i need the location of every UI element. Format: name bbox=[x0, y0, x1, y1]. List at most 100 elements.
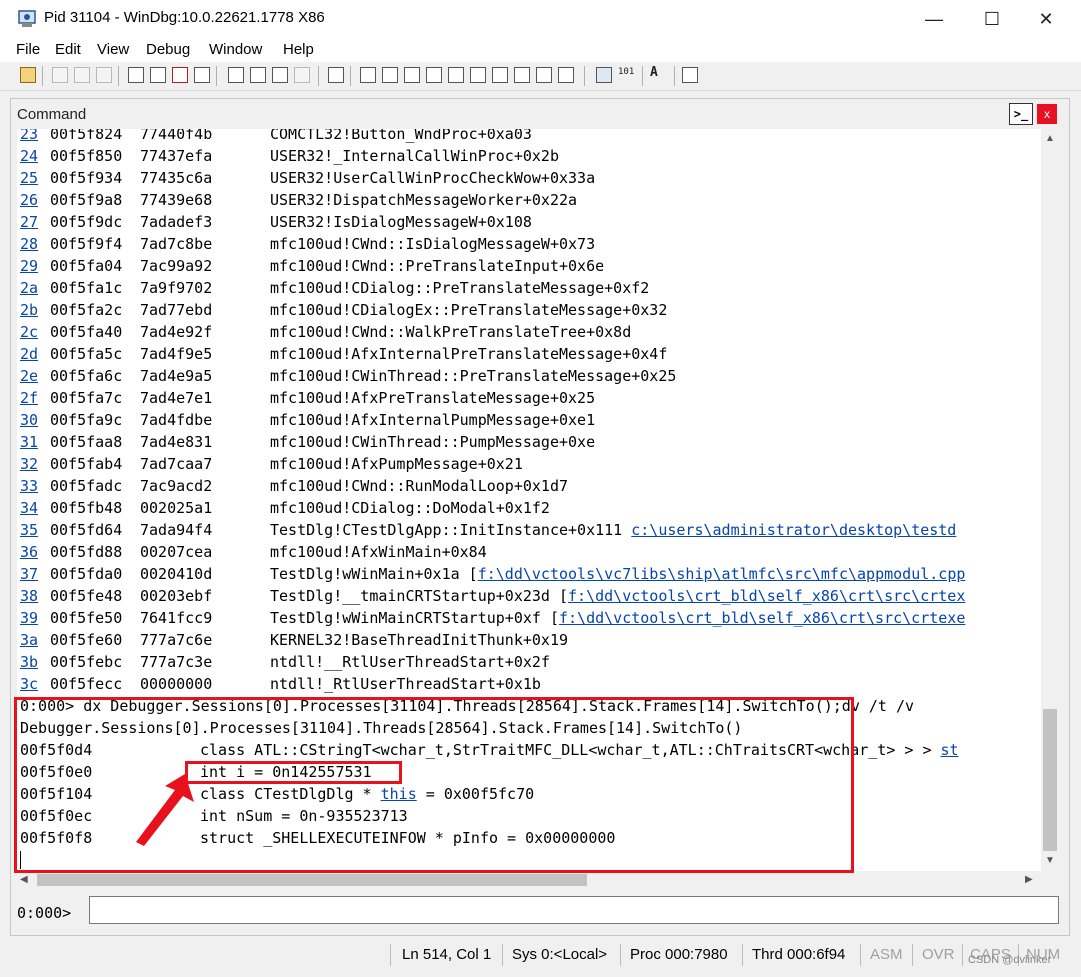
frame-number-link[interactable]: 2e bbox=[20, 365, 38, 387]
child-sp: 00f5f850 bbox=[50, 147, 123, 165]
frame-number-link[interactable]: 2a bbox=[20, 277, 38, 299]
windbg-app-icon bbox=[18, 10, 36, 27]
frame-number-link[interactable]: 3a bbox=[20, 629, 38, 651]
maximize-button[interactable]: ☐ bbox=[963, 0, 1021, 38]
source-mode-on-icon[interactable] bbox=[596, 67, 612, 83]
status-ovr: OVR bbox=[922, 946, 955, 963]
menu-window[interactable]: Window bbox=[209, 41, 262, 58]
call-site-text: USER32!DispatchMessageWorker+0x22a bbox=[270, 191, 578, 209]
frame-number-link[interactable]: 2f bbox=[20, 387, 38, 409]
toolbar-separator bbox=[42, 66, 43, 86]
step-over-icon[interactable] bbox=[250, 67, 266, 83]
frame-number-link[interactable]: 33 bbox=[20, 475, 38, 497]
close-button[interactable]: ✕ bbox=[1017, 0, 1075, 38]
hex-display-icon[interactable]: 101 bbox=[618, 68, 634, 77]
frame-number-link[interactable]: 30 bbox=[20, 409, 38, 431]
scroll-up-icon[interactable]: ▲ bbox=[1045, 133, 1055, 144]
source-file-link[interactable]: f:\dd\vctools\crt_bld\self_x86\crt\src\c… bbox=[559, 609, 965, 627]
hand-icon[interactable] bbox=[328, 67, 344, 83]
frame-number-link[interactable]: 38 bbox=[20, 585, 38, 607]
call-site: USER32!UserCallWinProcCheckWow+0x33a bbox=[270, 167, 595, 189]
child-sp: 00f5fe50 bbox=[50, 609, 123, 627]
frame-number-link[interactable]: 3b bbox=[20, 651, 38, 673]
frame-number-link[interactable]: 23 bbox=[20, 129, 38, 145]
locals-window-icon[interactable] bbox=[404, 67, 420, 83]
registers-window-icon[interactable] bbox=[426, 67, 442, 83]
source-mode-icon[interactable] bbox=[558, 67, 574, 83]
step-into-icon[interactable] bbox=[228, 67, 244, 83]
vertical-scrollbar[interactable]: ▲ ▼ bbox=[1041, 129, 1059, 871]
restart-icon[interactable] bbox=[150, 67, 166, 83]
copy-icon[interactable] bbox=[74, 67, 90, 83]
frame-number-link[interactable]: 3c bbox=[20, 673, 38, 695]
frame-number-link[interactable]: 32 bbox=[20, 453, 38, 475]
local-link[interactable]: this bbox=[381, 785, 417, 803]
menu-view[interactable]: View bbox=[97, 41, 129, 58]
cut-icon[interactable] bbox=[52, 67, 68, 83]
command-close-button[interactable]: x bbox=[1037, 104, 1057, 124]
toolbar: 101 A bbox=[0, 62, 1081, 91]
frame-number-link[interactable]: 27 bbox=[20, 211, 38, 233]
frame-number-link[interactable]: 2c bbox=[20, 321, 38, 343]
open-icon[interactable] bbox=[20, 67, 36, 83]
menu-help[interactable]: Help bbox=[283, 41, 314, 58]
local-link[interactable]: st bbox=[941, 741, 959, 759]
call-stack-window-icon[interactable] bbox=[470, 67, 486, 83]
menu-file[interactable]: File bbox=[16, 41, 40, 58]
frame-number-link[interactable]: 34 bbox=[20, 497, 38, 519]
memory-window-icon[interactable] bbox=[448, 67, 464, 83]
go-icon[interactable] bbox=[128, 67, 144, 83]
frame-number-link[interactable]: 31 bbox=[20, 431, 38, 453]
processes-threads-icon[interactable] bbox=[536, 67, 552, 83]
scroll-down-icon[interactable]: ▼ bbox=[1045, 855, 1055, 866]
source-file-link[interactable]: f:\dd\vctools\crt_bld\self_x86\crt\src\c… bbox=[568, 587, 965, 605]
scroll-left-icon[interactable]: ◀ bbox=[20, 874, 28, 885]
call-site-text: mfc100ud!CWinThread::PreTranslateMessage… bbox=[270, 367, 677, 385]
minimize-button[interactable]: — bbox=[905, 0, 963, 38]
command-prompt-icon[interactable]: >_ bbox=[1009, 103, 1033, 125]
watermark: CSDN @dvlinker bbox=[968, 954, 1052, 966]
call-site-text: USER32!_InternalCallWinProc+0x2b bbox=[270, 147, 559, 165]
frame-number-link[interactable]: 25 bbox=[20, 167, 38, 189]
frame-number-link[interactable]: 29 bbox=[20, 255, 38, 277]
options-icon[interactable] bbox=[682, 67, 698, 83]
call-site-text: USER32!UserCallWinProcCheckWow+0x33a bbox=[270, 169, 596, 187]
horizontal-scroll-thumb[interactable] bbox=[37, 874, 587, 886]
horizontal-scrollbar[interactable]: ◀ ▶ bbox=[17, 871, 1041, 889]
command-output[interactable]: 23 00f5f824 77440f4b COMCTL32!Button_WndPro… bbox=[17, 129, 1041, 871]
source-file-link[interactable]: f:\dd\vctools\vc7libs\ship\atlmfc\src\mf… bbox=[478, 565, 966, 583]
stack-frame-row: 2c 00f5fa40 7ad4e92f mfc100ud!CWnd::WalkPre… bbox=[20, 321, 1040, 343]
command-window-title: Command bbox=[17, 106, 87, 123]
frame-number-link[interactable]: 39 bbox=[20, 607, 38, 629]
scroll-right-icon[interactable]: ▶ bbox=[1025, 874, 1033, 885]
frame-number-link[interactable]: 2d bbox=[20, 343, 38, 365]
step-out-icon[interactable] bbox=[272, 67, 288, 83]
frame-number-link[interactable]: 35 bbox=[20, 519, 38, 541]
menu-edit[interactable]: Edit bbox=[55, 41, 81, 58]
command-input[interactable] bbox=[89, 896, 1059, 924]
frame-number-link[interactable]: 26 bbox=[20, 189, 38, 211]
frame-number-link[interactable]: 36 bbox=[20, 541, 38, 563]
disassembly-window-icon[interactable] bbox=[492, 67, 508, 83]
run-to-cursor-icon[interactable] bbox=[294, 67, 310, 83]
stop-debugging-icon[interactable] bbox=[172, 67, 188, 83]
scratch-pad-icon[interactable] bbox=[514, 67, 530, 83]
child-sp: 00f5fe48 bbox=[50, 587, 123, 605]
command-window-icon[interactable] bbox=[360, 67, 376, 83]
watch-window-icon[interactable] bbox=[382, 67, 398, 83]
source-file-link[interactable]: c:\users\administrator\desktop\testd bbox=[631, 521, 956, 539]
call-site-text: KERNEL32!BaseThreadInitThunk+0x19 bbox=[270, 631, 569, 649]
call-site-text: mfc100ud!CWnd::PreTranslateInput+0x6e bbox=[270, 257, 605, 275]
stack-frame-row: 27 00f5f9dc 7adadef3 USER32!IsDialogMessage… bbox=[20, 211, 1040, 233]
menu-debug[interactable]: Debug bbox=[146, 41, 190, 58]
font-icon[interactable]: A bbox=[650, 65, 658, 80]
vertical-scroll-thumb[interactable] bbox=[1043, 709, 1057, 851]
frame-number-link[interactable]: 37 bbox=[20, 563, 38, 585]
paste-icon[interactable] bbox=[96, 67, 112, 83]
call-site: mfc100ud!CWinThread::PreTranslateMessage… bbox=[270, 365, 676, 387]
frame-number-link[interactable]: 2b bbox=[20, 299, 38, 321]
frame-number-link[interactable]: 24 bbox=[20, 145, 38, 167]
call-site: mfc100ud!CWnd::WalkPreTranslateTree+0x8d bbox=[270, 321, 631, 343]
break-icon[interactable] bbox=[194, 67, 210, 83]
frame-number-link[interactable]: 28 bbox=[20, 233, 38, 255]
